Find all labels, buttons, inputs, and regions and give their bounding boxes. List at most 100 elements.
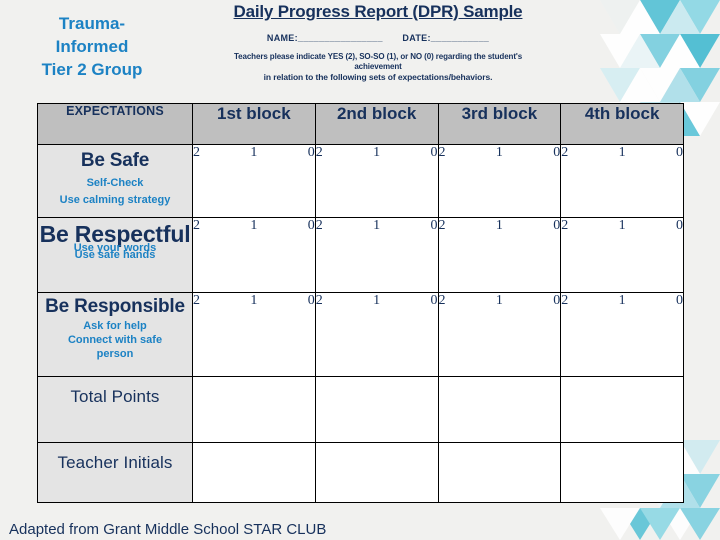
total-points-cell-block-3[interactable] bbox=[437, 376, 562, 443]
score-option-1[interactable]: 1 bbox=[619, 218, 626, 234]
column-header-block-1: 1st block bbox=[192, 103, 316, 145]
score-option-1[interactable]: 1 bbox=[619, 145, 626, 161]
score-option-2[interactable]: 2 bbox=[561, 218, 568, 234]
score-option-2[interactable]: 2 bbox=[316, 218, 323, 234]
teacher-initials-cell-block-2[interactable] bbox=[314, 442, 439, 503]
table-header: EXPECTATIONS 1st block 2nd block 3rd blo… bbox=[37, 103, 684, 145]
score-option-1[interactable]: 1 bbox=[373, 218, 380, 234]
row-title: Be Responsible bbox=[45, 296, 185, 317]
score-cell-be-respectful-block-3[interactable]: 2 1 0 bbox=[437, 217, 562, 293]
group-title-line-2: Informed bbox=[55, 37, 129, 56]
total-points-cell-block-1[interactable] bbox=[192, 376, 316, 443]
name-date-line: NAME:________________ DATE:___________ bbox=[178, 33, 578, 43]
score-cell-be-responsible-block-2[interactable]: 2 1 0 bbox=[314, 292, 439, 377]
score-option-2[interactable]: 2 bbox=[193, 293, 200, 309]
score-option-2[interactable]: 2 bbox=[316, 293, 323, 309]
score-options: 2 1 0 bbox=[193, 293, 315, 309]
score-option-0[interactable]: 0 bbox=[308, 293, 315, 309]
score-option-1[interactable]: 1 bbox=[619, 293, 626, 309]
table-body: Be Safe Self-Check Use calming strategy … bbox=[37, 144, 684, 503]
score-option-2[interactable]: 2 bbox=[193, 218, 200, 234]
footer-attribution: Adapted from Grant Middle School STAR CL… bbox=[9, 521, 327, 538]
score-option-0[interactable]: 0 bbox=[431, 218, 438, 234]
score-option-1[interactable]: 1 bbox=[496, 145, 503, 161]
teacher-initials-cell-block-3[interactable] bbox=[437, 442, 562, 503]
score-options: 2 1 0 bbox=[439, 145, 561, 161]
score-option-0[interactable]: 0 bbox=[308, 145, 315, 161]
teacher-initials-cell-block-4[interactable] bbox=[560, 442, 684, 503]
table-header-row: EXPECTATIONS 1st block 2nd block 3rd blo… bbox=[37, 103, 684, 145]
score-option-2[interactable]: 2 bbox=[439, 293, 446, 309]
score-options: 2 1 0 bbox=[316, 145, 438, 161]
daily-progress-report-table: EXPECTATIONS 1st block 2nd block 3rd blo… bbox=[37, 103, 684, 503]
column-header-block-2: 2nd block bbox=[314, 103, 439, 145]
score-cell-be-safe-block-4[interactable]: 2 1 0 bbox=[560, 144, 684, 218]
score-option-0[interactable]: 0 bbox=[308, 218, 315, 234]
score-option-0[interactable]: 0 bbox=[676, 293, 683, 309]
name-field-label: NAME:________________ bbox=[266, 33, 383, 43]
score-option-0[interactable]: 0 bbox=[553, 293, 560, 309]
score-option-1[interactable]: 1 bbox=[373, 293, 380, 309]
score-cell-be-safe-block-1[interactable]: 2 1 0 bbox=[192, 144, 316, 218]
instructions-line-3: in relation to the following sets of exp… bbox=[263, 72, 493, 82]
group-title-line-1: Trauma- bbox=[58, 14, 126, 33]
table-row: Be Responsible Ask for help Connect with… bbox=[37, 292, 684, 377]
score-option-2[interactable]: 2 bbox=[439, 218, 446, 234]
score-cell-be-responsible-block-1[interactable]: 2 1 0 bbox=[192, 292, 316, 377]
total-points-cell-block-4[interactable] bbox=[560, 376, 684, 443]
row-title: Teacher Initials bbox=[57, 453, 173, 472]
instructions-text: Teachers please indicate YES (2), SO-SO … bbox=[178, 52, 578, 82]
row-subtext-line-2: Use calming strategy bbox=[59, 194, 171, 206]
column-header-block-3: 3rd block bbox=[437, 103, 562, 145]
total-points-cell-block-2[interactable] bbox=[314, 376, 439, 443]
score-options: 2 1 0 bbox=[439, 218, 561, 234]
score-option-0[interactable]: 0 bbox=[553, 218, 560, 234]
score-option-2[interactable]: 2 bbox=[561, 293, 568, 309]
score-options: 2 1 0 bbox=[316, 218, 438, 234]
row-title: Be Safe bbox=[80, 150, 150, 171]
row-subtext-line-1: Self-Check bbox=[86, 177, 144, 189]
score-option-0[interactable]: 0 bbox=[553, 145, 560, 161]
row-label-total-points: Total Points bbox=[37, 376, 193, 443]
score-option-2[interactable]: 2 bbox=[561, 145, 568, 161]
score-cell-be-safe-block-3[interactable]: 2 1 0 bbox=[437, 144, 562, 218]
score-option-1[interactable]: 1 bbox=[250, 293, 257, 309]
table-row: Be Respectful Use your words Use safe ha… bbox=[37, 217, 684, 293]
score-option-1[interactable]: 1 bbox=[373, 145, 380, 161]
score-options: 2 1 0 bbox=[193, 218, 315, 234]
score-cell-be-responsible-block-4[interactable]: 2 1 0 bbox=[560, 292, 684, 377]
score-option-1[interactable]: 1 bbox=[496, 218, 503, 234]
score-option-1[interactable]: 1 bbox=[496, 293, 503, 309]
score-option-2[interactable]: 2 bbox=[316, 145, 323, 161]
row-subtext-line-2: Use safe hands bbox=[74, 249, 156, 261]
row-label-be-respectful: Be Respectful Use your words Use safe ha… bbox=[37, 217, 193, 293]
score-cell-be-safe-block-2[interactable]: 2 1 0 bbox=[314, 144, 439, 218]
score-options: 2 1 0 bbox=[439, 293, 561, 309]
score-cell-be-respectful-block-1[interactable]: 2 1 0 bbox=[192, 217, 316, 293]
row-label-be-responsible: Be Responsible Ask for help Connect with… bbox=[37, 292, 193, 377]
document-header: Daily Progress Report (DPR) Sample NAME:… bbox=[178, 2, 578, 82]
instructions-line-2: achievement bbox=[354, 62, 402, 71]
row-label-teacher-initials: Teacher Initials bbox=[37, 442, 193, 503]
score-option-2[interactable]: 2 bbox=[439, 145, 446, 161]
teacher-initials-cell-block-1[interactable] bbox=[192, 442, 316, 503]
score-cell-be-respectful-block-2[interactable]: 2 1 0 bbox=[314, 217, 439, 293]
score-options: 2 1 0 bbox=[561, 218, 683, 234]
group-title: Trauma- Informed Tier 2 Group bbox=[6, 12, 178, 81]
score-option-2[interactable]: 2 bbox=[193, 145, 200, 161]
score-option-1[interactable]: 1 bbox=[250, 145, 257, 161]
score-options: 2 1 0 bbox=[193, 145, 315, 161]
row-subtext-line-1: Ask for help bbox=[83, 320, 147, 332]
score-options: 2 1 0 bbox=[316, 293, 438, 309]
table-row: Be Safe Self-Check Use calming strategy … bbox=[37, 144, 684, 218]
row-title: Total Points bbox=[70, 387, 160, 406]
score-option-0[interactable]: 0 bbox=[676, 145, 683, 161]
score-option-0[interactable]: 0 bbox=[676, 218, 683, 234]
score-option-0[interactable]: 0 bbox=[431, 145, 438, 161]
row-subtext-line-3: person bbox=[96, 348, 134, 360]
score-option-1[interactable]: 1 bbox=[250, 218, 257, 234]
score-cell-be-respectful-block-4[interactable]: 2 1 0 bbox=[560, 217, 684, 293]
score-option-0[interactable]: 0 bbox=[431, 293, 438, 309]
score-cell-be-responsible-block-3[interactable]: 2 1 0 bbox=[437, 292, 562, 377]
page-title: Daily Progress Report (DPR) Sample bbox=[233, 2, 523, 21]
